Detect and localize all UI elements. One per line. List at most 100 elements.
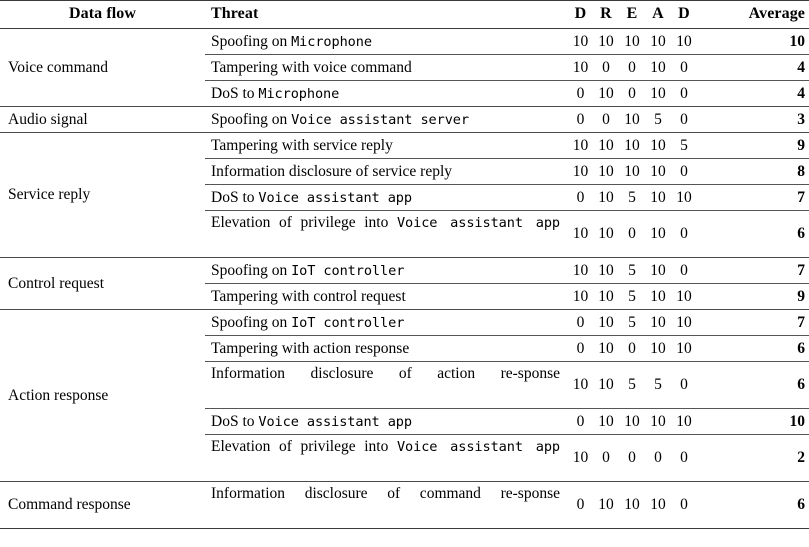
threat-text: DoS to [211, 188, 259, 206]
score-affected-users: 10 [650, 496, 666, 513]
score-average: 7 [697, 184, 809, 211]
score-damage: 0 [568, 335, 593, 362]
threat-description: Information disclosure of service reply [205, 158, 568, 185]
score-damage: 0 [568, 309, 593, 336]
score-affected-users: 10 [645, 309, 671, 336]
score-average: 6 [797, 496, 805, 513]
score-exploitability: 10 [619, 28, 645, 55]
score-average: 7 [697, 309, 809, 336]
score-average: 6 [697, 335, 809, 362]
table-row: Voice command Spoofing on Microphone 10 10 1… [0, 28, 809, 107]
threat-text: Spoofing on [211, 110, 292, 128]
score-exploitability: 0 [619, 54, 645, 81]
threat-text: Elevation of privilege into [211, 214, 397, 231]
score-average: 4 [697, 54, 809, 81]
score-discoverability: 10 [671, 309, 697, 336]
score-exploitability: 5 [628, 287, 636, 305]
threat-text: Spoofing on [211, 261, 292, 279]
threat-component-name: Voice assistant app [396, 439, 560, 455]
threat-text: Information disclosure of action re-spon… [211, 365, 560, 382]
score-affected-users: 10 [645, 54, 671, 81]
score-discoverability: 0 [671, 257, 697, 284]
score-affected-users: 10 [650, 287, 666, 305]
threat-description: Spoofing on IoT controller [205, 257, 568, 284]
score-reproducibility: 10 [593, 361, 619, 409]
score-reproducibility: 10 [593, 28, 619, 55]
score-damage: 10 [568, 28, 593, 55]
score-damage: 0 [576, 84, 585, 102]
score-discoverability: 10 [671, 335, 697, 362]
score-reproducibility: 10 [598, 225, 614, 242]
score-discoverability: 5 [671, 132, 697, 159]
score-discoverability: 10 [671, 28, 697, 55]
threat-component-name: Voice assistant app [258, 189, 412, 206]
threat-component-name: Voice assistant app [258, 413, 412, 430]
threat-description: DoS to Voice assistant app [205, 408, 568, 435]
score-affected-users: 10 [645, 408, 671, 435]
table-header: Data flow Threat D R E A D Average [0, 0, 809, 29]
threat-text: Spoofing on [211, 313, 292, 331]
score-exploitability: 5 [619, 257, 645, 284]
score-damage: 10 [572, 287, 589, 305]
score-reproducibility: 0 [593, 54, 619, 81]
score-exploitability: 5 [619, 309, 645, 336]
score-exploitability: 10 [624, 496, 640, 513]
threat-description: Tampering with control request [205, 284, 568, 310]
score-discoverability: 0 [671, 54, 697, 81]
threat-text: Tampering with control request [211, 287, 406, 305]
threat-text: Information disclosure of service reply [211, 162, 453, 180]
score-average: 10 [697, 408, 809, 435]
threat-text: Elevation of privilege into [211, 438, 397, 455]
score-reproducibility: 10 [593, 132, 619, 159]
data-flow-label: Action response [0, 309, 205, 482]
score-discoverability: 10 [671, 408, 697, 435]
threat-description: DoS to Voice assistant app [205, 184, 568, 211]
dread-threat-table: Data flow Threat D R E A D Average Voice… [0, 0, 809, 529]
header-affected-users: A [652, 5, 664, 22]
score-average: 3 [797, 110, 805, 128]
threat-component-name: IoT controller [291, 314, 405, 331]
score-exploitability: 10 [624, 110, 640, 128]
score-exploitability: 0 [628, 225, 636, 242]
threat-text: Tampering with action response [211, 339, 410, 357]
threat-component-name: Voice assistant server [291, 111, 469, 128]
threat-description: Information disclosure of command re-spo… [205, 482, 568, 529]
score-exploitability: 0 [619, 335, 645, 362]
score-discoverability: 0 [671, 361, 697, 409]
score-discoverability: 0 [680, 110, 688, 128]
score-affected-users: 0 [654, 449, 662, 466]
score-damage: 10 [572, 225, 589, 242]
score-average: 9 [697, 132, 809, 159]
score-exploitability: 0 [628, 84, 636, 102]
score-damage: 0 [568, 408, 593, 435]
table-body: Voice command Spoofing on Microphone 10 10 1… [0, 28, 809, 529]
score-reproducibility: 10 [593, 309, 619, 336]
threat-description: Elevation of privilege into Voice assist… [205, 435, 568, 482]
score-damage: 0 [568, 184, 593, 211]
score-damage: 10 [568, 132, 593, 159]
score-exploitability: 5 [619, 361, 645, 409]
threat-component-name: Microphone [291, 33, 372, 50]
score-reproducibility: 10 [593, 158, 619, 185]
score-reproducibility: 10 [598, 287, 614, 305]
header-row: Data flow Threat D R E A D Average [0, 0, 809, 29]
score-discoverability: 0 [680, 225, 688, 242]
score-reproducibility: 10 [598, 84, 614, 102]
dread-threat-table-container: Data flow Threat D R E A D Average Voice… [0, 0, 809, 547]
score-average: 6 [697, 361, 809, 409]
score-reproducibility: 0 [602, 110, 610, 128]
score-affected-users: 10 [650, 225, 666, 242]
score-discoverability: 0 [671, 158, 697, 185]
score-affected-users: 10 [650, 84, 666, 102]
header-average: Average [748, 5, 805, 22]
score-reproducibility: 10 [593, 408, 619, 435]
score-affected-users: 10 [645, 158, 671, 185]
threat-component-name: Voice assistant app [396, 215, 560, 231]
score-reproducibility: 0 [602, 449, 610, 466]
score-average: 6 [797, 225, 805, 242]
score-discoverability: 0 [680, 84, 688, 102]
header-damage: D [574, 5, 587, 22]
score-average: 2 [797, 449, 805, 466]
threat-text: DoS to [211, 412, 259, 430]
threat-description: Spoofing on Voice assistant server [205, 107, 568, 133]
